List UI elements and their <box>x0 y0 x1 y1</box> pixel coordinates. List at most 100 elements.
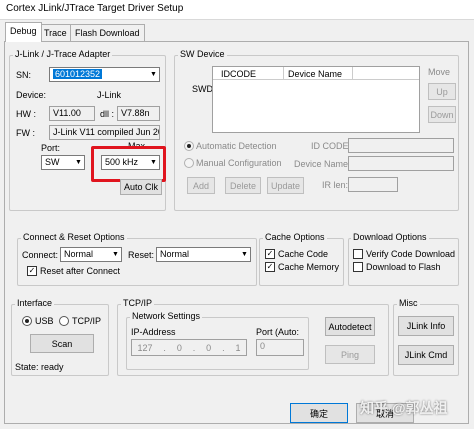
tab-flash-download[interactable]: Flash Download <box>70 24 145 41</box>
connect-label: Connect: <box>22 250 59 260</box>
misc-legend: Misc <box>397 298 420 308</box>
fw-version-value: J-Link V11 compiled Jun 20 <box>53 127 160 137</box>
auto-clk-button[interactable]: Auto Clk <box>120 179 162 195</box>
chevron-down-icon: ▼ <box>147 156 159 169</box>
reset-after-connect-checkbox[interactable]: ✓ <box>27 266 37 276</box>
port-auto-label: Port (Auto: <box>256 327 300 337</box>
cache-options-legend: Cache Options <box>263 232 327 242</box>
add-button[interactable]: Add <box>187 177 215 194</box>
connect-reset-legend: Connect & Reset Options <box>21 232 127 242</box>
tcp-port-value: 0 <box>260 341 266 351</box>
connect-value: Normal <box>64 249 94 259</box>
reset-label: Reset: <box>128 250 155 260</box>
move-down-button[interactable]: Down <box>428 106 456 123</box>
autodetect-button[interactable]: Autodetect <box>325 317 375 336</box>
jlink-cmd-button[interactable]: JLink Cmd <box>398 345 454 365</box>
ip-dot: . <box>163 342 166 353</box>
id-code-field[interactable] <box>348 138 454 153</box>
ip-address-label: IP-Address <box>131 327 176 337</box>
device-value: J-Link <box>97 90 122 100</box>
ip-dot: . <box>222 342 225 353</box>
id-code-label: ID CODE: <box>311 141 352 151</box>
fw-version-field: J-Link V11 compiled Jun 20 <box>49 125 160 140</box>
usb-radio[interactable] <box>22 316 32 326</box>
misc-group <box>393 304 459 376</box>
column-idcode: IDCODE <box>221 69 257 79</box>
hw-version-value: V11.00 <box>53 108 81 118</box>
tcpip-radio-label: TCP/IP <box>72 316 102 326</box>
cache-code-label: Cache Code <box>278 249 329 259</box>
reset-select[interactable]: Normal ▼ <box>156 247 251 262</box>
download-options-legend: Download Options <box>351 232 429 242</box>
jlink-info-button[interactable]: JLink Info <box>398 316 454 336</box>
connect-reset-group <box>17 238 257 286</box>
tab-debug[interactable]: Debug <box>5 22 42 42</box>
auto-detection-label: Automatic Detection <box>196 141 277 151</box>
sn-label: SN: <box>16 70 32 80</box>
max-clock-value: 500 kHz <box>105 157 139 167</box>
chevron-down-icon: ▼ <box>238 248 250 261</box>
reset-after-connect-label: Reset after Connect <box>40 266 121 276</box>
port-select[interactable]: SW ▼ <box>41 155 85 170</box>
ip-octet-2: 0 <box>176 342 182 353</box>
port-label: Port: <box>41 143 61 153</box>
cache-memory-checkbox[interactable]: ✓ <box>265 262 275 272</box>
tcp-port-field[interactable]: 0 <box>256 339 304 356</box>
device-name-field[interactable] <box>348 156 454 171</box>
dll-version-value: V7.88n <box>121 108 150 118</box>
max-clock-select[interactable]: 500 kHz ▼ <box>101 155 160 170</box>
ir-len-label: IR len: <box>322 180 349 190</box>
hw-label: HW : <box>16 109 36 119</box>
column-divider <box>352 67 353 80</box>
fw-label: FW : <box>16 128 35 138</box>
dll-version-field: V7.88n <box>117 106 160 121</box>
column-divider <box>283 67 284 80</box>
cache-memory-label: Cache Memory <box>278 262 340 272</box>
ip-octet-4: 1 <box>235 342 241 353</box>
port-value: SW <box>45 157 60 167</box>
network-settings-legend: Network Settings <box>130 311 203 321</box>
ip-octet-3: 0 <box>206 342 212 353</box>
download-to-flash-checkbox[interactable] <box>353 262 363 272</box>
sn-value: 601012352 <box>53 69 103 79</box>
verify-download-label: Verify Code Download <box>366 249 456 259</box>
move-label: Move <box>428 67 451 77</box>
watermark: 知乎 @郭丛祖 <box>360 400 448 416</box>
ping-button[interactable]: Ping <box>325 345 375 364</box>
connect-select[interactable]: Normal ▼ <box>60 247 122 262</box>
ip-octet-1: 127 <box>137 342 153 353</box>
tcpip-radio[interactable] <box>59 316 69 326</box>
adapter-legend: J-Link / J-Trace Adapter <box>13 49 113 59</box>
sw-device-legend: SW Device <box>178 49 227 59</box>
update-button[interactable]: Update <box>267 177 304 194</box>
auto-detection-radio[interactable] <box>184 141 194 151</box>
delete-button[interactable]: Delete <box>225 177 261 194</box>
tcpip-legend: TCP/IP <box>121 298 155 308</box>
ir-len-field[interactable] <box>348 177 398 192</box>
device-label: Device: <box>16 90 47 100</box>
window-title: Cortex JLink/JTrace Target Driver Setup <box>6 3 184 14</box>
column-device-name: Device Name <box>288 69 343 79</box>
state-text: State: ready <box>15 362 64 372</box>
ip-dot: . <box>192 342 196 353</box>
dll-label: dll : <box>100 109 115 119</box>
reset-value: Normal <box>160 249 190 259</box>
cache-code-checkbox[interactable]: ✓ <box>265 249 275 259</box>
device-name-label: Device Name: <box>294 159 351 169</box>
title-bar: Cortex JLink/JTrace Target Driver Setup <box>0 0 474 20</box>
manual-config-radio[interactable] <box>184 158 194 168</box>
usb-label: USB <box>35 316 54 326</box>
ip-address-field[interactable]: 127. 0. 0. 1 <box>131 339 247 356</box>
sn-select[interactable]: 601012352 ▼ <box>49 67 160 82</box>
download-to-flash-label: Download to Flash <box>366 262 441 272</box>
manual-config-label: Manual Configuration <box>196 158 282 168</box>
chevron-down-icon: ▼ <box>147 68 159 81</box>
move-up-button[interactable]: Up <box>428 83 456 100</box>
chevron-down-icon: ▼ <box>109 248 121 261</box>
scan-button[interactable]: Scan <box>30 334 94 353</box>
ok-button[interactable]: 确定 <box>290 403 348 423</box>
tab-trace[interactable]: Trace <box>39 24 72 41</box>
verify-download-checkbox[interactable] <box>353 249 363 259</box>
hw-version-field: V11.00 <box>49 106 95 121</box>
sw-device-list[interactable]: IDCODE Device Name <box>212 66 420 133</box>
